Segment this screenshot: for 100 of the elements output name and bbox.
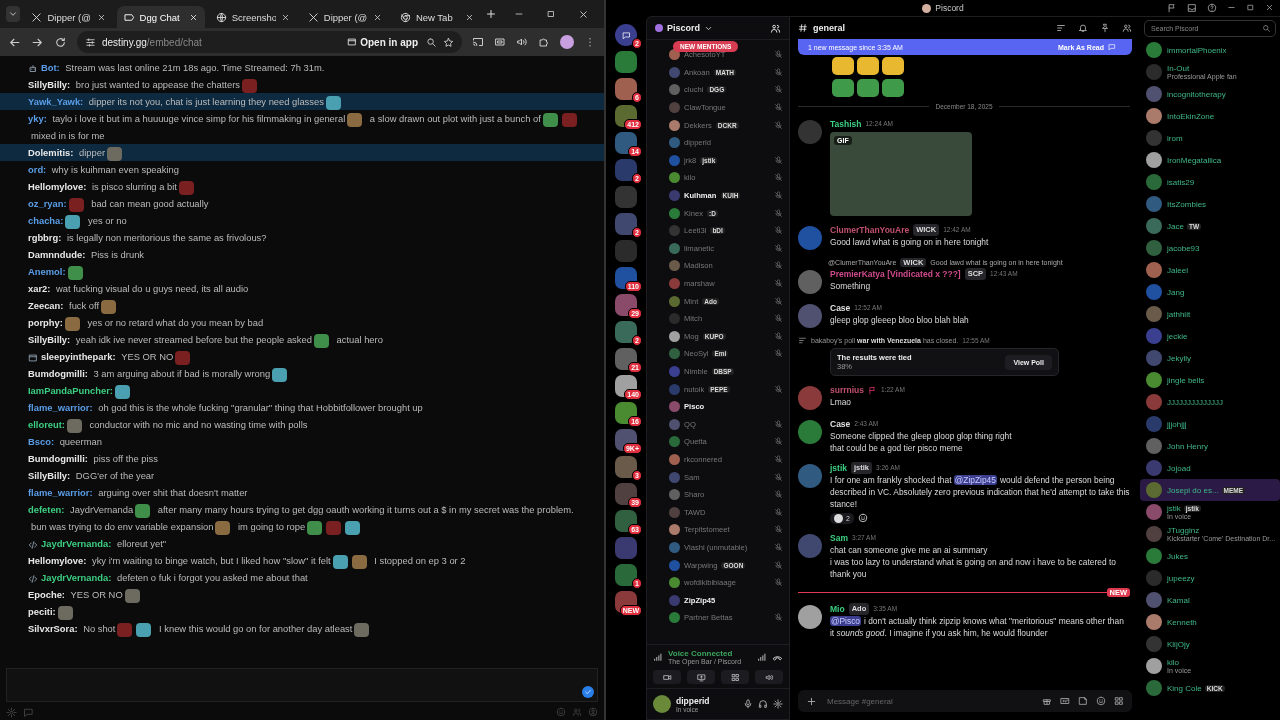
username[interactable]: JaydrVernanda: [41, 572, 112, 583]
username[interactable]: Mio [830, 603, 845, 615]
browser-tab[interactable]: Dgg Chat [116, 6, 205, 28]
message-text: Something [830, 280, 872, 292]
username[interactable]: flame_warrior: [28, 402, 93, 413]
username[interactable]: Hellomylove: [28, 555, 87, 566]
member-row[interactable]: isatis29 [1140, 171, 1280, 193]
member-row[interactable]: KlijOjy [1140, 633, 1280, 655]
server-name[interactable]: Piscord [667, 23, 700, 33]
open-in-app-button[interactable]: Open in app [345, 36, 420, 48]
member-row[interactable]: irom [1140, 127, 1280, 149]
address-bar[interactable]: destiny.gg/embed/chat Open in app [77, 31, 462, 53]
message-text: that could be a god tier pisco meme [830, 442, 964, 454]
message-text: yeah idk ive never streamed before but the people asked [75, 334, 312, 345]
message-text: conductor with no mic and no wasting time with polls [89, 419, 308, 430]
member-row[interactable]: Kenneth [1140, 611, 1280, 633]
member-row[interactable]: incognitotherapy [1140, 83, 1280, 105]
username[interactable]: rgbbrg: [28, 232, 62, 243]
username[interactable]: SillyBilly: [28, 470, 71, 481]
username[interactable]: ClumerThanYouAre [830, 224, 910, 236]
username[interactable]: Dolemitis: [28, 147, 74, 158]
username[interactable]: Bumdogmilli: [28, 368, 88, 379]
member-name: Jekylly [1167, 353, 1191, 363]
member-name: Jojoad [1167, 463, 1191, 473]
member-row[interactable]: JJJJJJJJJJJJJJ [1140, 391, 1280, 413]
username[interactable]: yky: [28, 113, 47, 124]
username[interactable]: SilvxrSora: [28, 623, 78, 634]
member-row[interactable]: jeckie [1140, 325, 1280, 347]
username[interactable]: flame_warrior: [28, 487, 93, 498]
member-row[interactable]: Jekylly [1140, 347, 1280, 369]
username[interactable]: SillyBilly: [28, 79, 71, 90]
username[interactable]: Yawk_Yawk: [28, 96, 84, 107]
voice-status[interactable]: Voice Connected [668, 649, 742, 658]
username[interactable]: Tashish [830, 118, 862, 130]
username[interactable]: Bsco: [28, 436, 55, 447]
member-row[interactable]: jupeezy [1140, 567, 1280, 589]
username[interactable]: chacha: [28, 215, 64, 226]
browser-tab[interactable]: Dipper (@ [300, 6, 389, 28]
username[interactable]: IamPandaPuncher: [28, 385, 113, 396]
username[interactable]: Anemol: [28, 266, 66, 277]
member-row[interactable]: jacobe93 [1140, 237, 1280, 259]
member-name: Jaleel [1167, 265, 1188, 275]
username[interactable]: SillyBilly: [28, 334, 71, 345]
username[interactable]: sleepyinthepark: [41, 351, 116, 362]
member-row[interactable]: jjjohjjj [1140, 413, 1280, 435]
username[interactable]: Sam [830, 532, 848, 544]
member-row[interactable]: jingle bells [1140, 369, 1280, 391]
message-text: Someone clipped the gleep gloop glop thing right [830, 430, 1013, 442]
browser-tab[interactable]: Dipper (@ [24, 6, 113, 28]
browser-tab[interactable]: New Tab [392, 6, 481, 28]
username[interactable]: peciti: [28, 606, 56, 617]
username[interactable]: Bot: [41, 62, 60, 73]
username[interactable]: Epoche: [28, 589, 65, 600]
username[interactable]: Case [830, 302, 851, 314]
message-text: is pisco slurring a bit [91, 181, 177, 192]
message-field[interactable]: Message #general [825, 695, 1034, 707]
username[interactable]: porphy: [28, 317, 63, 328]
member-name: Jukes [1167, 551, 1188, 561]
username[interactable]: Case [830, 418, 851, 430]
username[interactable]: Damnndude: [28, 249, 86, 260]
member-row[interactable]: Kamal [1140, 589, 1280, 611]
username[interactable]: surrnius [830, 384, 864, 396]
username[interactable]: ord: [28, 164, 47, 175]
message-text: yes or no [88, 215, 127, 226]
member-row[interactable]: Jang [1140, 281, 1280, 303]
username[interactable]: PremierKatya [Vindicated x ???] [830, 268, 961, 280]
member-name: Josepi do es... [1167, 485, 1219, 495]
username[interactable]: Zeecan: [28, 300, 64, 311]
message-text: Good lawd what is going on in here tonight [830, 236, 990, 248]
member-row[interactable]: jathhiit [1140, 303, 1280, 325]
message-text: wat fucking visual do u guys need, its all audio [56, 283, 249, 294]
member-row[interactable]: Jojoad [1140, 457, 1280, 479]
member-name: JTugginz [1167, 525, 1200, 535]
message-text: Lmao [830, 396, 852, 408]
message-text: Piss is drunk [90, 249, 145, 260]
member-name: isatis29 [1167, 177, 1195, 187]
message-text: dipper [78, 147, 105, 158]
member-row[interactable]: IntoEkinZone [1140, 105, 1280, 127]
member-row[interactable]: immortalPhoenix [1140, 39, 1280, 61]
member-row[interactable]: John Henry [1140, 435, 1280, 457]
username[interactable]: Hellomylove: [28, 181, 87, 192]
username[interactable]: jstik [830, 462, 847, 474]
message-text: I for one am frankly shocked that @ZipZip45 would defend the person being described in VC. Absolutely zero previous indication that he'd attempt to take this stance! [830, 474, 1130, 510]
username[interactable]: Bumdogmilli: [28, 453, 88, 464]
message-text: arguing over shit that doesn't matter [98, 487, 248, 498]
message-composer[interactable]: Message #general [798, 690, 1132, 712]
username[interactable]: defeten: [28, 504, 65, 515]
member-row[interactable]: ItsZombies [1140, 193, 1280, 215]
message-text: gleep glop gleeep bloo bloo blah blah [830, 314, 970, 326]
member-row[interactable]: Jaleel [1140, 259, 1280, 281]
username[interactable]: JaydrVernanda: [41, 538, 112, 549]
member-row[interactable]: IronMegatallica [1140, 149, 1280, 171]
username[interactable]: elloreut: [28, 419, 65, 430]
username[interactable]: oz_ryan: [28, 198, 67, 209]
member-name: Kamal [1167, 595, 1190, 605]
member-name: jupeezy [1167, 573, 1195, 583]
member-row[interactable]: Jukes [1140, 545, 1280, 567]
message-text: I stopped on ep 3 or 2 [374, 555, 466, 566]
message-text: I knew this would go on for another day atleast [159, 623, 353, 634]
username[interactable]: xar2: [28, 283, 51, 294]
